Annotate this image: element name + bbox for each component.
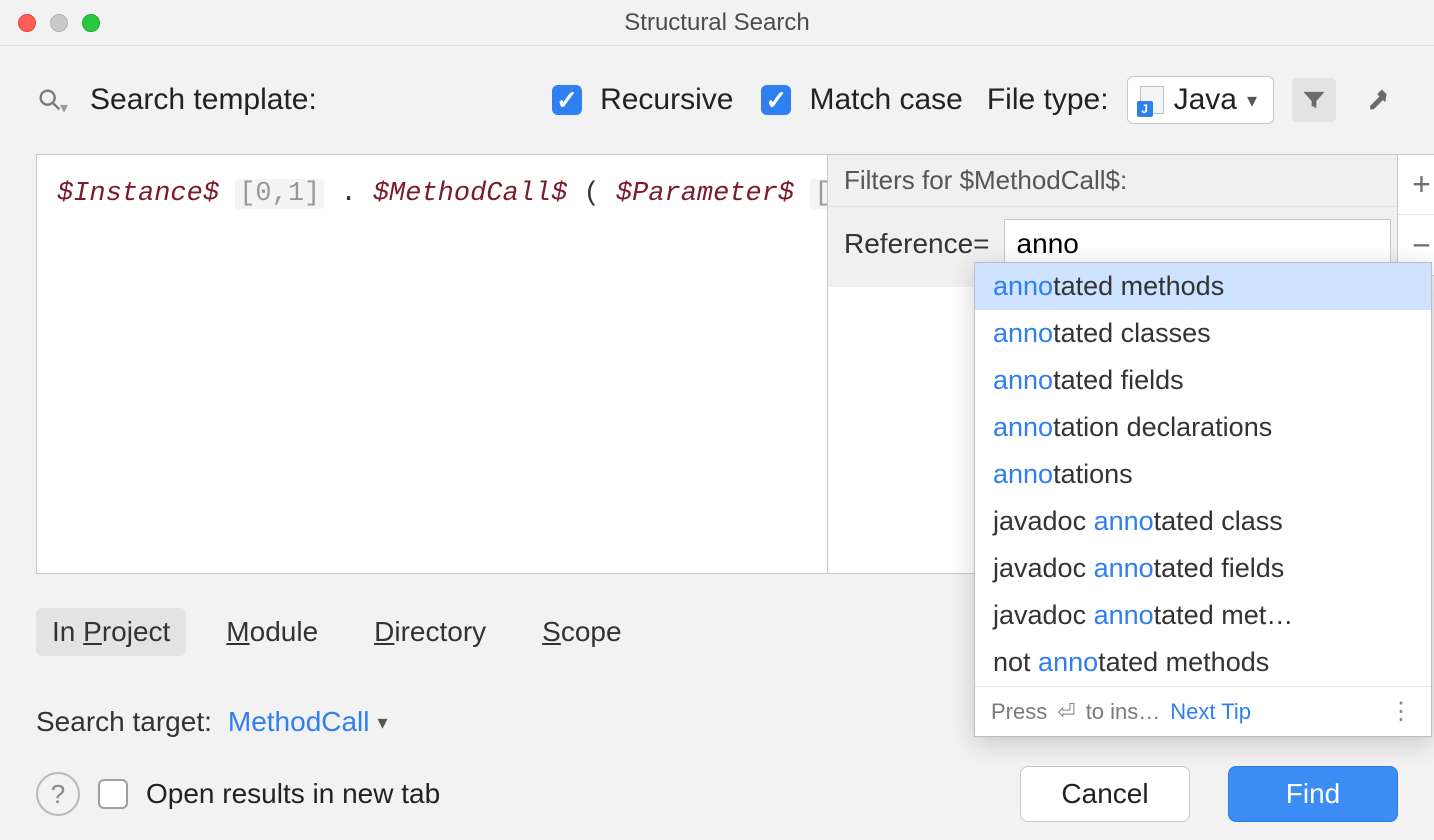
open-new-tab-checkbox[interactable] [98, 779, 128, 809]
autocomplete-popup: annotated methodsannotated classesannota… [974, 262, 1432, 737]
match-case-checkbox[interactable]: ✓ [761, 85, 791, 115]
search-template-label: Search template: [90, 83, 317, 117]
recursive-checkbox[interactable]: ✓ [552, 85, 582, 115]
token-parameter: $Parameter$ [616, 179, 794, 209]
titlebar: Structural Search [0, 0, 1434, 46]
java-file-icon: J [1140, 86, 1164, 114]
match-case-label: Match case [809, 83, 962, 117]
autocomplete-item[interactable]: javadoc annotated class [975, 498, 1431, 545]
token-dot: . [340, 179, 356, 209]
search-target-select[interactable]: MethodCall ▾ [228, 706, 388, 738]
settings-button[interactable] [1354, 78, 1398, 122]
template-editor[interactable]: $Instance$ [0,1] . $MethodCall$ ( $Param… [37, 155, 827, 573]
file-type-select[interactable]: J Java ▾ [1127, 76, 1274, 124]
filters-header: Filters for $MethodCall$: [828, 155, 1397, 207]
find-button[interactable]: Find [1228, 766, 1398, 822]
add-filter-button[interactable]: + [1398, 155, 1434, 215]
help-button[interactable]: ? [36, 772, 80, 816]
filter-add-remove-buttons: + − [1398, 154, 1434, 276]
chevron-down-icon: ▾ [1247, 88, 1257, 113]
bottom-row: ? Open results in new tab Cancel Find [36, 766, 1398, 822]
reference-label: Reference= [844, 228, 990, 260]
token-open-paren: ( [584, 179, 600, 209]
autocomplete-item[interactable]: annotation declarations [975, 404, 1431, 451]
search-icon: ▾ [36, 86, 72, 114]
filter-button[interactable] [1292, 78, 1336, 122]
token-instance: $Instance$ [57, 179, 219, 209]
popup-next-tip[interactable]: Next Tip [1170, 699, 1251, 725]
popup-footer-mid: to ins… [1086, 699, 1161, 725]
file-type-label: File type: [987, 83, 1109, 117]
autocomplete-item[interactable]: annotated classes [975, 310, 1431, 357]
autocomplete-item[interactable]: javadoc annotated fields [975, 545, 1431, 592]
header-row: ▾ Search template: ✓ Recursive ✓ Match c… [36, 76, 1398, 124]
scope-option[interactable]: Scope [526, 608, 637, 656]
search-target-label: Search target: [36, 706, 212, 738]
popup-footer-press: Press [991, 699, 1047, 725]
scope-option[interactable]: In Project [36, 608, 186, 656]
scope-option[interactable]: Module [210, 608, 334, 656]
popup-footer: Press ⏎ to ins… Next Tip ⋮ [975, 686, 1431, 736]
window-title: Structural Search [0, 9, 1434, 37]
token-instance-count: [0,1] [235, 179, 324, 209]
enter-icon: ⏎ [1057, 699, 1075, 725]
autocomplete-item[interactable]: annotations [975, 451, 1431, 498]
chevron-down-icon: ▾ [378, 710, 388, 735]
autocomplete-item[interactable]: annotated methods [975, 263, 1431, 310]
scope-option[interactable]: Directory [358, 608, 502, 656]
autocomplete-item[interactable]: javadoc annotated met… [975, 592, 1431, 639]
token-methodcall: $MethodCall$ [373, 179, 567, 209]
open-new-tab-label: Open results in new tab [146, 778, 440, 810]
autocomplete-item[interactable]: annotated fields [975, 357, 1431, 404]
search-target-value: MethodCall [228, 706, 370, 738]
more-icon[interactable]: ⋮ [1389, 697, 1415, 726]
cancel-button[interactable]: Cancel [1020, 766, 1190, 822]
file-type-value: Java [1174, 83, 1237, 117]
autocomplete-item[interactable]: not annotated methods [975, 639, 1431, 686]
recursive-label: Recursive [600, 83, 733, 117]
token-parameter-count: [0,∞] [810, 179, 827, 209]
